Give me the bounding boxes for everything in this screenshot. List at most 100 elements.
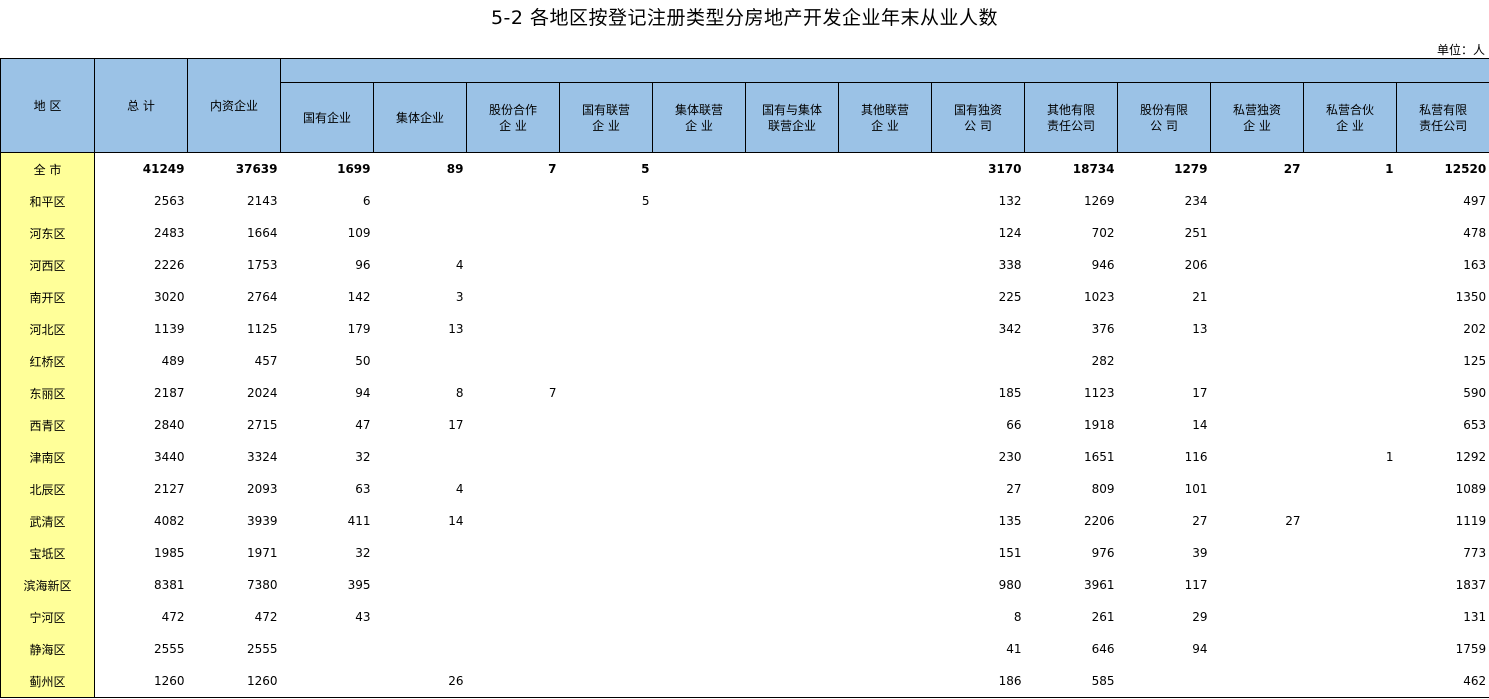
table-row: 宝坻区 1985 1971 32 151 976 39 773	[0, 537, 1489, 569]
value-cell: 96	[355, 258, 371, 272]
value-cell: 3020	[153, 290, 185, 304]
value-cell: 27	[1285, 514, 1301, 528]
value-cell	[1304, 249, 1397, 281]
value-cell	[467, 441, 560, 473]
value-cell: 590	[1396, 377, 1489, 409]
value-cell: 185	[998, 386, 1022, 400]
value-cell	[653, 569, 746, 601]
value-cell	[932, 345, 1025, 377]
page-title: 5-2 各地区按登记注册类型分房地产开发企业年末从业人数	[490, 7, 999, 29]
value-cell	[1211, 633, 1304, 665]
value-cell: 5	[641, 162, 650, 176]
table-row: 河东区 2483 1664 109 124 702 251 478	[0, 217, 1489, 249]
region-cell: 红桥区	[0, 345, 95, 377]
value-cell: 8	[455, 386, 464, 400]
value-cell	[1211, 377, 1304, 409]
table-row: 全 市 41249 37639 1699 89 7 5 3170 18734 1279 27 1 125…	[0, 152, 1489, 186]
value-cell: 395	[347, 578, 371, 592]
value-cell	[839, 153, 932, 186]
value-cell	[560, 601, 653, 633]
value-cell: 151	[998, 546, 1022, 560]
value-cell	[560, 345, 653, 377]
value-cell: 1123	[1083, 386, 1115, 400]
value-cell: 101	[1184, 482, 1208, 496]
value-cell	[653, 185, 746, 217]
value-cell	[839, 409, 932, 441]
value-cell: 1753	[246, 258, 278, 272]
value-cell	[839, 537, 932, 569]
value-cell	[746, 217, 839, 249]
value-cell: 7380	[246, 578, 278, 592]
value-cell: 27	[1006, 482, 1022, 496]
value-cell: 142	[347, 290, 371, 304]
header-sub-5: 国有与集体 联营企业	[745, 82, 839, 153]
value-cell	[746, 569, 839, 601]
value-cell	[1304, 537, 1397, 569]
value-cell: 17	[448, 418, 464, 432]
value-cell	[1211, 537, 1304, 569]
region-cell: 宁河区	[0, 601, 95, 633]
value-cell: 1918	[1083, 418, 1115, 432]
value-cell	[1211, 313, 1304, 345]
value-cell: 14	[1192, 418, 1208, 432]
value-cell: 1651	[1083, 450, 1115, 464]
value-cell: 1985	[153, 546, 185, 560]
value-cell: 21	[1192, 290, 1208, 304]
value-cell: 6	[362, 194, 371, 208]
value-cell	[1210, 665, 1304, 698]
value-cell: 7	[548, 386, 557, 400]
value-cell	[467, 569, 560, 601]
value-cell: 702	[1091, 226, 1115, 240]
value-cell: 980	[998, 578, 1022, 592]
value-cell	[746, 505, 839, 537]
value-cell	[467, 409, 560, 441]
table-row: 滨海新区 8381 7380 395 980 3961 117 1837	[0, 569, 1489, 601]
value-cell: 1125	[246, 322, 278, 336]
value-cell: 646	[1091, 642, 1115, 656]
value-cell: 29	[1192, 610, 1208, 624]
header-region: 地 区	[0, 58, 95, 153]
value-cell	[1117, 665, 1211, 698]
value-cell: 2093	[246, 482, 278, 496]
value-cell: 109	[347, 226, 371, 240]
value-cell	[1304, 185, 1397, 217]
value-cell: 32	[355, 450, 371, 464]
value-cell	[280, 665, 374, 698]
value-cell: 89	[446, 162, 464, 176]
value-cell: 41	[1006, 642, 1022, 656]
header-sub-12: 私营有限 责任公司	[1395, 82, 1489, 153]
value-cell	[466, 665, 560, 698]
value-cell	[374, 569, 467, 601]
value-cell	[746, 473, 839, 505]
value-cell	[839, 441, 932, 473]
value-cell: 1279	[1174, 162, 1208, 176]
header-domestic: 内资企业	[187, 58, 281, 153]
header-spacer	[279, 58, 1489, 83]
value-cell: 2483	[153, 226, 185, 240]
value-cell	[374, 601, 467, 633]
value-cell	[839, 377, 932, 409]
value-cell: 2206	[1083, 514, 1115, 528]
value-cell: 1350	[1396, 281, 1489, 313]
value-cell	[839, 313, 932, 345]
value-cell	[281, 633, 374, 665]
value-cell	[653, 441, 746, 473]
region-cell: 蓟州区	[0, 665, 95, 698]
value-cell	[1211, 569, 1304, 601]
value-cell	[746, 441, 839, 473]
value-cell: 4	[455, 258, 464, 272]
value-cell	[653, 601, 746, 633]
value-cell: 94	[355, 386, 371, 400]
value-cell	[653, 153, 746, 186]
value-cell	[467, 505, 560, 537]
table-row: 东丽区 2187 2024 94 8 7 185 1123 17 590	[0, 377, 1489, 409]
value-cell: 3440	[153, 450, 185, 464]
table-row: 和平区 2563 2143 6 5 132 1269 234 497	[0, 185, 1489, 217]
value-cell: 234	[1184, 194, 1208, 208]
value-cell	[374, 441, 467, 473]
value-cell	[1304, 281, 1397, 313]
value-cell	[653, 377, 746, 409]
value-cell	[374, 633, 467, 665]
value-cell: 2555	[153, 642, 185, 656]
value-cell: 125	[1396, 345, 1489, 377]
